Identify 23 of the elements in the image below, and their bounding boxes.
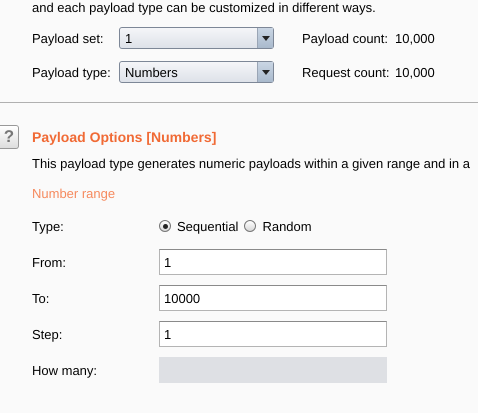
input-field[interactable]: 1 [159,249,387,275]
field-label: How many: [32,362,98,378]
payload-type-dropdown[interactable]: Numbers [119,61,274,83]
field-label: Step: [32,326,64,342]
radio-option[interactable]: Sequential [159,218,238,234]
description-text: This payload type generates numeric payloads within a given range and in a [32,156,471,173]
field-label: To: [32,290,50,306]
field-label: From: [32,254,67,270]
intro-text: and each payload type can be customized in different ways. [32,0,377,15]
input-field[interactable]: 10000 [159,285,387,311]
subsection-heading: Number range [32,186,116,203]
count-value: 10,000 [395,64,435,80]
input-field[interactable]: 1 [159,321,387,347]
count-value: 10,000 [395,30,435,46]
field-label: Payload set: [32,30,105,46]
radio-option[interactable]: Random [244,218,312,234]
section-title: Payload Options [Numbers] [32,129,216,145]
count-label: Payload count: [302,30,390,46]
field-label: Type: [32,218,65,234]
count-label: Request count: [302,64,390,80]
field-label: Payload type: [32,64,112,80]
payload-set-dropdown[interactable]: 1 [119,27,274,49]
help-button[interactable]: ? [0,125,19,149]
